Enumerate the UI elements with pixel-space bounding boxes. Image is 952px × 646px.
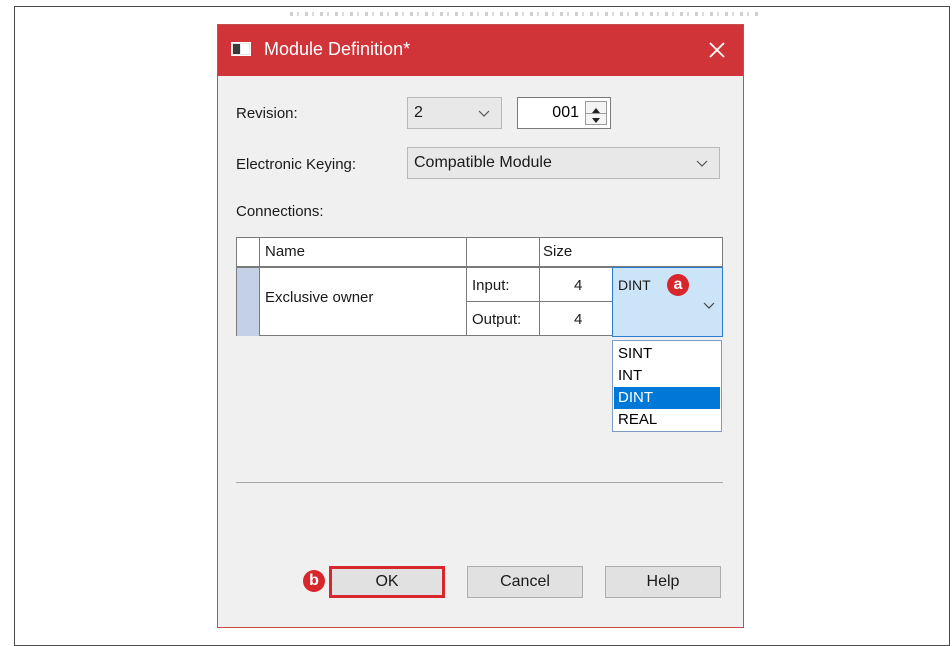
output-size-cell[interactable]: 4	[574, 311, 582, 328]
callout-b-badge: b	[303, 570, 325, 592]
spin-down-button[interactable]	[586, 113, 606, 124]
dropdown-option-int[interactable]: INT	[614, 365, 720, 387]
dropdown-option-dint[interactable]: DINT	[614, 387, 720, 409]
revision-minor-value: 001	[552, 104, 579, 121]
spin-down-icon	[592, 118, 600, 123]
dropdown-option-label: SINT	[618, 345, 653, 362]
connections-label: Connections:	[236, 203, 324, 220]
dropdown-option-label: REAL	[618, 411, 658, 428]
separator-line	[236, 482, 723, 483]
revision-major-select[interactable]: 2	[407, 97, 502, 129]
spin-buttons	[585, 101, 607, 125]
data-type-value: DINT	[618, 277, 651, 293]
electronic-keying-label: Electronic Keying:	[236, 156, 357, 173]
dropdown-option-real[interactable]: REAL	[614, 409, 720, 431]
column-header-size: Size	[543, 243, 573, 260]
background-text-fragment	[290, 12, 760, 16]
output-label-cell: Output:	[472, 311, 522, 328]
module-definition-dialog: Module Definition* Revision: 2 001 Elect…	[217, 24, 744, 628]
column-header-name: Name	[265, 243, 306, 260]
chevron-down-icon	[696, 160, 708, 167]
close-icon	[709, 42, 725, 58]
dropdown-option-sint[interactable]: SINT	[614, 343, 720, 365]
revision-major-value: 2	[414, 104, 423, 121]
cancel-button[interactable]: Cancel	[467, 566, 583, 598]
chevron-down-icon	[703, 302, 715, 309]
help-button[interactable]: Help	[605, 566, 721, 598]
revision-label: Revision:	[236, 105, 298, 122]
dropdown-option-label: DINT	[618, 389, 653, 406]
close-button[interactable]	[700, 33, 734, 67]
electronic-keying-value: Compatible Module	[414, 154, 552, 171]
dialog-title: Module Definition*	[264, 39, 411, 59]
connection-name-cell[interactable]: Exclusive owner	[265, 289, 373, 306]
ok-button[interactable]: OK	[329, 566, 445, 598]
dialog-titlebar[interactable]: Module Definition*	[218, 25, 743, 76]
dropdown-option-label: INT	[618, 367, 643, 384]
data-type-select[interactable]: DINT	[612, 267, 723, 337]
row-selector[interactable]	[237, 268, 259, 336]
input-label-cell: Input:	[472, 277, 510, 294]
chevron-down-icon	[478, 110, 490, 117]
module-icon	[231, 42, 251, 56]
electronic-keying-select[interactable]: Compatible Module	[407, 147, 720, 179]
data-type-dropdown-list: SINT INT DINT REAL	[612, 340, 722, 432]
input-size-cell[interactable]: 4	[574, 277, 582, 294]
callout-a-badge: a	[667, 274, 689, 296]
revision-minor-spinner[interactable]: 001	[517, 97, 611, 129]
